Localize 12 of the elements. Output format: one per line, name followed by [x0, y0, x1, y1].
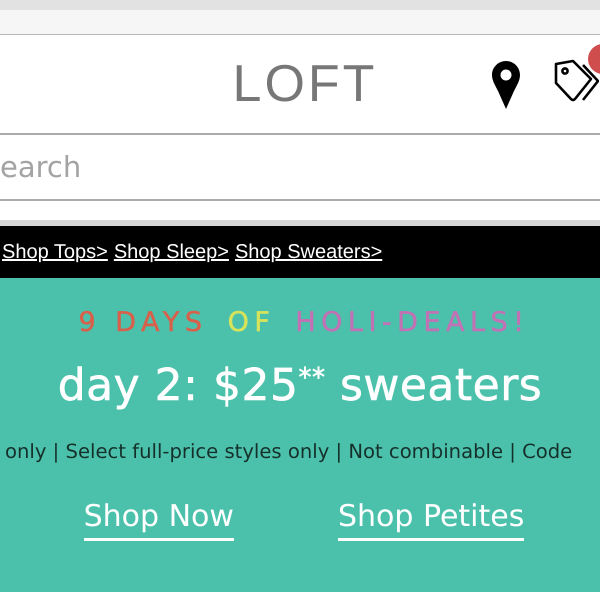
offer-title: day 2: $25$^{**}$ sweaters — [58, 361, 542, 411]
headline-text: HOLI-DEALS! — [295, 308, 530, 338]
notification-badge-icon[interactable] — [586, 44, 600, 74]
location-pin-icon[interactable] — [492, 61, 520, 109]
headline-text: 9 DAYS — [78, 308, 208, 338]
brand-logo[interactable]: LOFT — [232, 58, 378, 110]
category-link[interactable]: Shop Sweaters> — [234, 240, 382, 264]
fine-print: only | Select full-price styles only | Not combinable | Code — [5, 440, 572, 464]
category-link[interactable]: Shop Tops> — [2, 240, 108, 264]
headline-text: OF — [228, 308, 276, 338]
category-link[interactable]: Shop Sleep> — [114, 240, 229, 264]
price-tags-icon[interactable] — [553, 59, 599, 103]
